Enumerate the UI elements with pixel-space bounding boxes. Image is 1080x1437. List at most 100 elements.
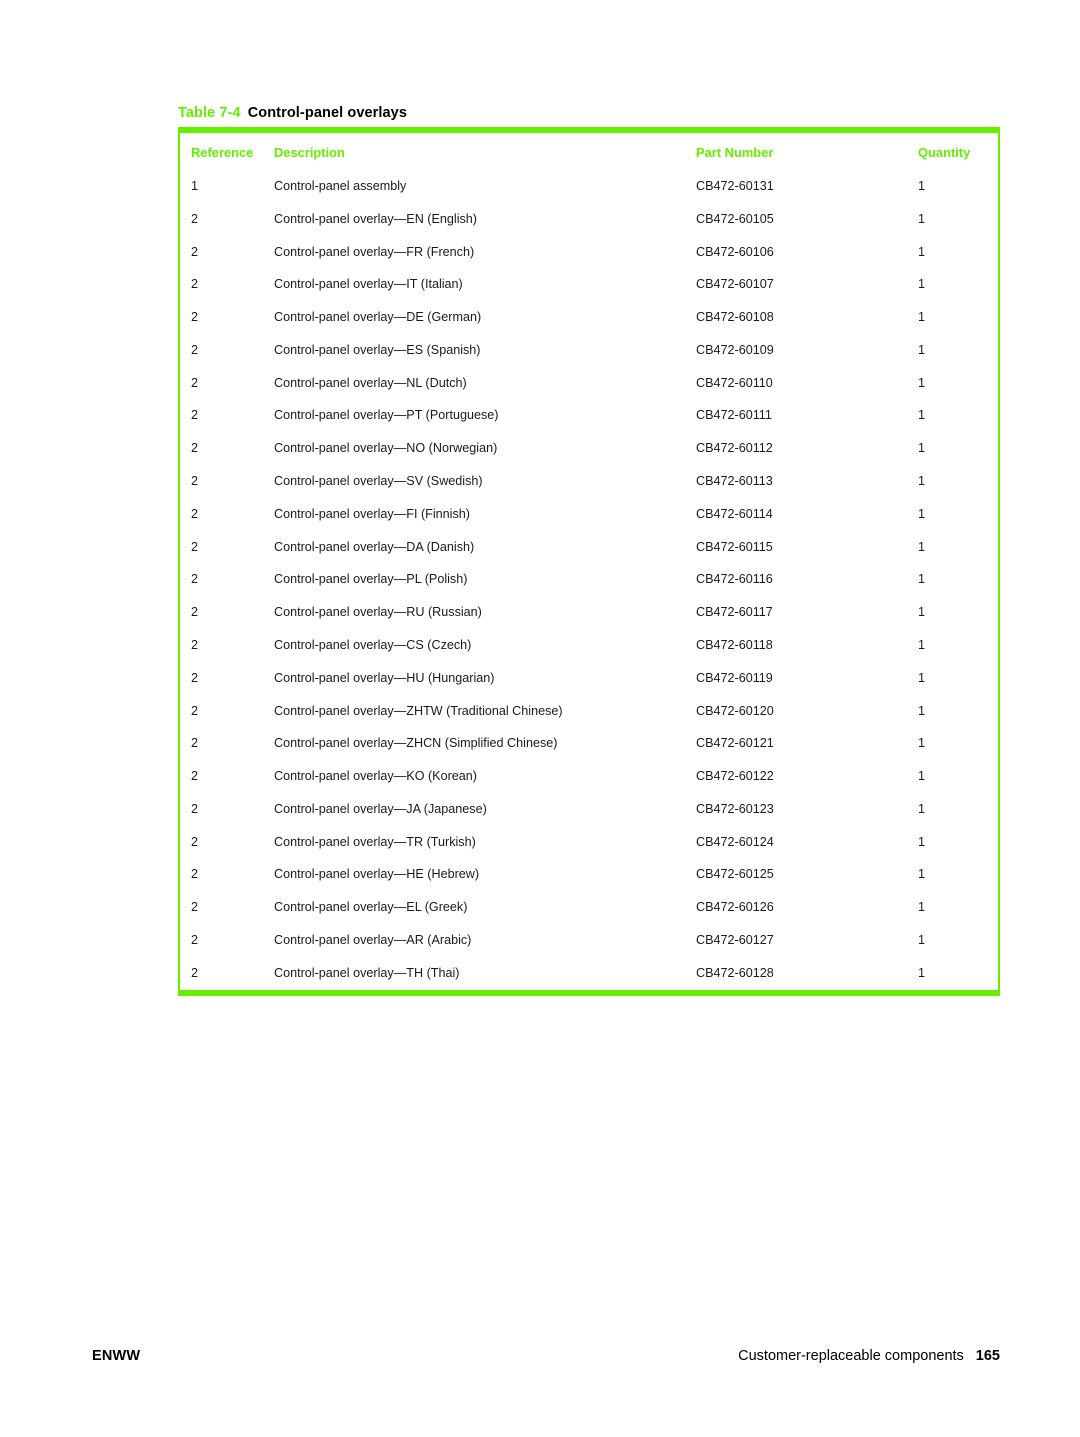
cell-quantity: 1	[918, 310, 926, 325]
cell-quantity: 1	[918, 179, 926, 193]
table-row: 2 Control-panel overlay—HU (Hungarian) CB4…	[180, 661, 998, 694]
table-row: 2 Control-panel overlay—NL (Dutch) CB472-6…	[180, 366, 998, 399]
cell-description: Control-panel overlay—NL (Dutch)	[274, 375, 467, 390]
cell-description: Control-panel overlay—SV (Swedish)	[274, 474, 483, 489]
document-page: Table 7-4 Control-panel overlays Referenc…	[0, 0, 1080, 1437]
table-row: 2 Control-panel overlay—DA (Danish) CB472-…	[180, 530, 998, 563]
table-row: 2 Control-panel overlay—KO (Korean) CB472-…	[180, 760, 998, 793]
cell-part-number: CB472-60120	[696, 703, 774, 718]
cell-part-number: CB472-60113	[696, 474, 773, 489]
cell-description: Control-panel overlay—PT (Portuguese)	[274, 408, 499, 423]
cell-part-number: CB472-60109	[696, 342, 774, 357]
cell-quantity: 1	[918, 736, 926, 751]
cell-part-number: CB472-60119	[696, 670, 773, 685]
table-row: 2 Control-panel overlay—CS (Czech) CB472-6…	[180, 629, 998, 662]
cell-description: Control-panel overlay—JA (Japanese)	[274, 801, 487, 816]
table-row: 2 Control-panel overlay—EL (Greek) CB472-6…	[180, 891, 998, 924]
cell-description: Control-panel overlay—AR (Arabic)	[274, 932, 472, 947]
table-row: 2 Control-panel overlay—AR (Arabic) CB472-…	[180, 924, 998, 957]
table-caption-title: Control-panel overlays	[247, 105, 408, 121]
footer-section-info: Customer-replaceable components 165	[738, 1348, 1000, 1364]
cell-part-number: CB472-60107	[696, 277, 774, 292]
table-row: 2 Control-panel overlay—PT (Portuguese) CB…	[180, 399, 998, 432]
cell-quantity: 1	[918, 342, 926, 357]
cell-description: Control-panel overlay—DA (Danish)	[274, 539, 475, 554]
cell-description: Control-panel overlay—FR (French)	[274, 244, 475, 259]
cell-quantity: 1	[918, 211, 926, 226]
cell-quantity: 1	[918, 375, 926, 390]
cell-reference: 2	[191, 834, 199, 849]
table-caption-label: Table 7-4	[178, 105, 241, 121]
cell-part-number: CB472-60122	[696, 769, 774, 784]
cell-part-number: CB472-60112	[696, 441, 773, 456]
cell-quantity: 1	[918, 900, 926, 915]
cell-reference: 2	[191, 539, 199, 554]
cell-description: Control-panel overlay—IT (Italian)	[274, 277, 463, 292]
cell-description: Control-panel overlay—ZHCN (Simplified C…	[274, 736, 558, 751]
cell-description: Control-panel overlay—FI (Finnish)	[274, 506, 470, 521]
cell-reference: 2	[191, 703, 199, 718]
cell-reference: 2	[191, 605, 199, 620]
cell-description: Control-panel overlay—NO (Norwegian)	[274, 441, 498, 456]
parts-table: Reference Description Part Number Quanti…	[180, 133, 998, 990]
cell-part-number: CB472-60125	[696, 867, 774, 882]
table-row: 2 Control-panel overlay—IT (Italian) CB472…	[180, 268, 998, 301]
cell-part-number: CB472-60126	[696, 900, 774, 915]
cell-reference: 2	[191, 965, 199, 980]
table-row: 2 Control-panel overlay—TH (Thai) CB472-60…	[180, 956, 998, 989]
cell-quantity: 1	[918, 670, 926, 685]
footer-locale-label: ENWW	[92, 1348, 141, 1364]
cell-part-number: CB472-60114	[696, 506, 773, 521]
cell-description: Control-panel assembly	[274, 179, 407, 193]
cell-reference: 2	[191, 637, 199, 652]
column-header-part-number: Part Number	[696, 145, 774, 160]
table-row: 2 Control-panel overlay—RU (Russian) CB472…	[180, 596, 998, 629]
cell-quantity: 1	[918, 474, 926, 489]
table-caption: Table 7-4 Control-panel overlays	[178, 105, 407, 121]
table-row: 2 Control-panel overlay—NO (Norwegian) CB4…	[180, 432, 998, 465]
table-row: 2 Control-panel overlay—ZHTW (Traditional…	[180, 694, 998, 727]
cell-part-number: CB472-60116	[696, 572, 773, 587]
cell-description: Control-panel overlay—ZHTW (Traditional …	[274, 703, 563, 718]
table-row: 2 Control-panel overlay—DE (German) CB472-…	[180, 301, 998, 334]
table-row: 2 Control-panel overlay—ES (Spanish) CB472…	[180, 334, 998, 367]
cell-quantity: 1	[918, 572, 926, 587]
cell-part-number: CB472-60121	[696, 736, 774, 751]
table-row: 2 Control-panel overlay—PL (Polish) CB472-…	[180, 563, 998, 596]
column-header-quantity: Quantity	[918, 145, 971, 160]
cell-quantity: 1	[918, 277, 926, 292]
table-row: 2 Control-panel overlay—FI (Finnish) CB472…	[180, 497, 998, 530]
cell-part-number: CB472-60115	[696, 539, 773, 554]
cell-reference: 2	[191, 932, 199, 947]
cell-reference: 2	[191, 342, 199, 357]
cell-part-number: CB472-60123	[696, 801, 774, 816]
cell-reference: 2	[191, 211, 199, 226]
cell-description: Control-panel overlay—EN (English)	[274, 211, 477, 226]
cell-quantity: 1	[918, 605, 926, 620]
cell-part-number: CB472-60131	[696, 179, 774, 193]
table-row: 2 Control-panel overlay—FR (French) CB472-…	[180, 235, 998, 268]
cell-reference: 2	[191, 474, 199, 489]
cell-description: Control-panel overlay—ES (Spanish)	[274, 342, 481, 357]
cell-description: Control-panel overlay—PL (Polish)	[274, 572, 468, 587]
table-row: 2 Control-panel overlay—ZHCN (Simplified …	[180, 727, 998, 760]
cell-reference: 2	[191, 244, 199, 259]
cell-reference: 2	[191, 506, 199, 521]
parts-table-container: Reference Description Part Number Quanti…	[178, 127, 1000, 996]
cell-quantity: 1	[918, 965, 926, 980]
table-row: 2 Control-panel overlay—JA (Japanese) CB47…	[180, 792, 998, 825]
page-footer: ENWW Customer-replaceable components 165	[92, 1348, 1000, 1370]
table-row: 2 Control-panel overlay—TR (Turkish) CB472…	[180, 825, 998, 858]
cell-quantity: 1	[918, 539, 926, 554]
cell-quantity: 1	[918, 769, 926, 784]
parts-table-body: 1 Control-panel assembly CB472-60131 1 2 Cont…	[180, 173, 998, 990]
cell-reference: 2	[191, 736, 199, 751]
cell-description: Control-panel overlay—HU (Hungarian)	[274, 670, 495, 685]
parts-table-header: Reference Description Part Number Quanti…	[180, 133, 998, 173]
cell-reference: 2	[191, 769, 199, 784]
cell-quantity: 1	[918, 408, 926, 423]
cell-description: Control-panel overlay—HE (Hebrew)	[274, 867, 480, 882]
cell-quantity: 1	[918, 867, 926, 882]
cell-quantity: 1	[918, 834, 926, 849]
cell-quantity: 1	[918, 932, 926, 947]
